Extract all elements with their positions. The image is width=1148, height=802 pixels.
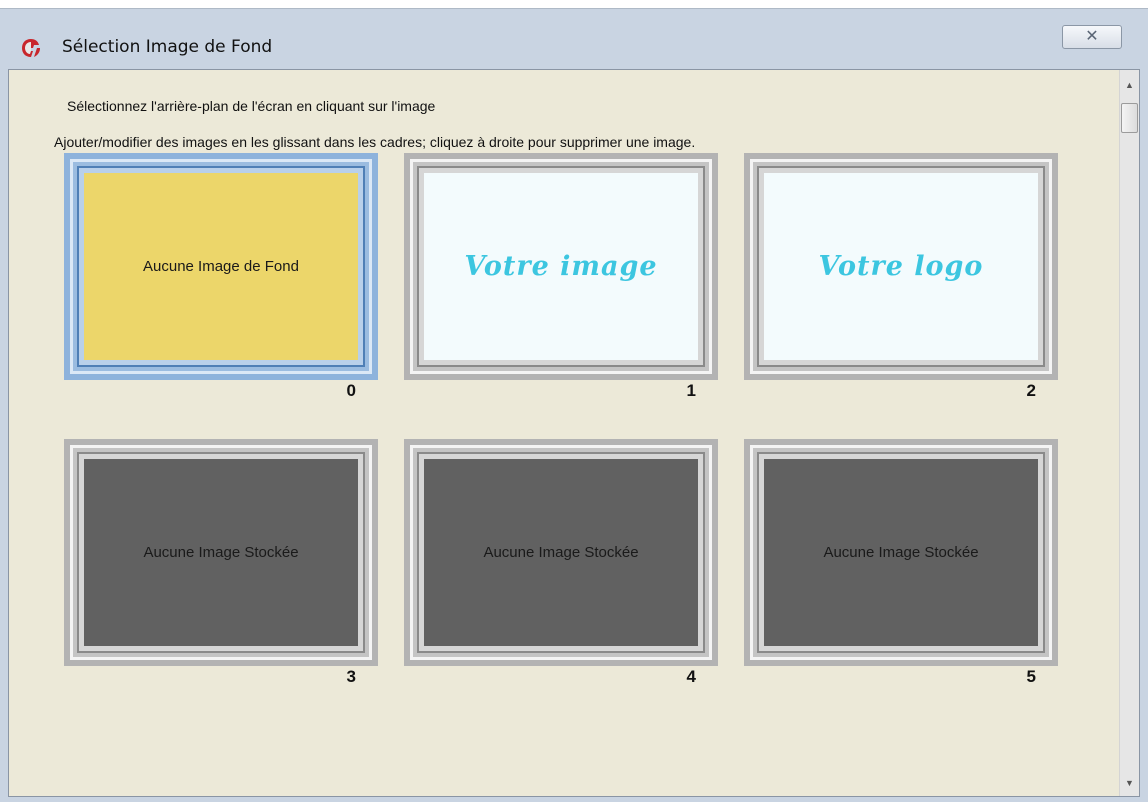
image-slot-1[interactable]: Votre image 1 [404,153,718,400]
instruction-add-modify: Ajouter/modifier des images en les gliss… [54,134,696,150]
image-preview[interactable]: Votre image [424,173,698,360]
scroll-down-arrow-icon[interactable]: ▼ [1120,774,1139,792]
image-frame[interactable]: Votre logo [744,153,1058,380]
image-frame-selected[interactable]: Aucune Image de Fond [64,153,378,380]
image-slot-0[interactable]: Aucune Image de Fond 0 [64,153,378,400]
dialog-content: Sélectionnez l'arrière-plan de l'écran e… [8,69,1140,797]
slot-label: Aucune Image de Fond [143,258,299,275]
window-title: Sélection Image de Fond [62,37,273,57]
slot-number: 4 [686,667,696,686]
image-preview[interactable]: Votre logo [764,173,1038,360]
image-slot-2[interactable]: Votre logo 2 [744,153,1058,400]
slot-number: 3 [346,667,356,686]
image-frame[interactable]: Aucune Image Stockée [64,439,378,666]
scroll-thumb[interactable] [1121,103,1138,133]
slot-label: Aucune Image Stockée [143,544,299,561]
slot-number: 5 [1026,667,1036,686]
title-bar[interactable]: Sélection Image de Fond ✕ [0,9,1148,69]
image-slot-4[interactable]: Aucune Image Stockée 4 [404,439,718,686]
image-frame[interactable]: Aucune Image Stockée [744,439,1058,666]
image-frame[interactable]: Aucune Image Stockée [404,439,718,666]
image-preview[interactable]: Aucune Image Stockée [84,459,358,646]
image-slot-3[interactable]: Aucune Image Stockée 3 [64,439,378,686]
dialog-window: Sélection Image de Fond ✕ Sélectionnez l… [0,8,1148,802]
slot-label: Aucune Image Stockée [823,544,979,561]
slot-image-text: Votre image [464,251,658,282]
image-slot-5[interactable]: Aucune Image Stockée 5 [744,439,1058,686]
image-frame[interactable]: Votre image [404,153,718,380]
image-preview[interactable]: Aucune Image Stockée [424,459,698,646]
close-icon: ✕ [1085,28,1099,45]
instruction-select: Sélectionnez l'arrière-plan de l'écran e… [67,98,436,114]
image-preview[interactable]: Aucune Image Stockée [764,459,1038,646]
close-button[interactable]: ✕ [1062,25,1122,49]
vertical-scrollbar[interactable]: ▲ ▼ [1119,70,1139,796]
scroll-up-arrow-icon[interactable]: ▲ [1120,76,1139,94]
slot-number: 1 [686,381,696,400]
slot-number: 0 [346,381,356,400]
slot-image-text: Votre logo [818,251,984,282]
image-preview[interactable]: Aucune Image de Fond [84,173,358,360]
slot-label: Aucune Image Stockée [483,544,639,561]
app-logo-icon [22,39,40,57]
slot-number: 2 [1026,381,1036,400]
